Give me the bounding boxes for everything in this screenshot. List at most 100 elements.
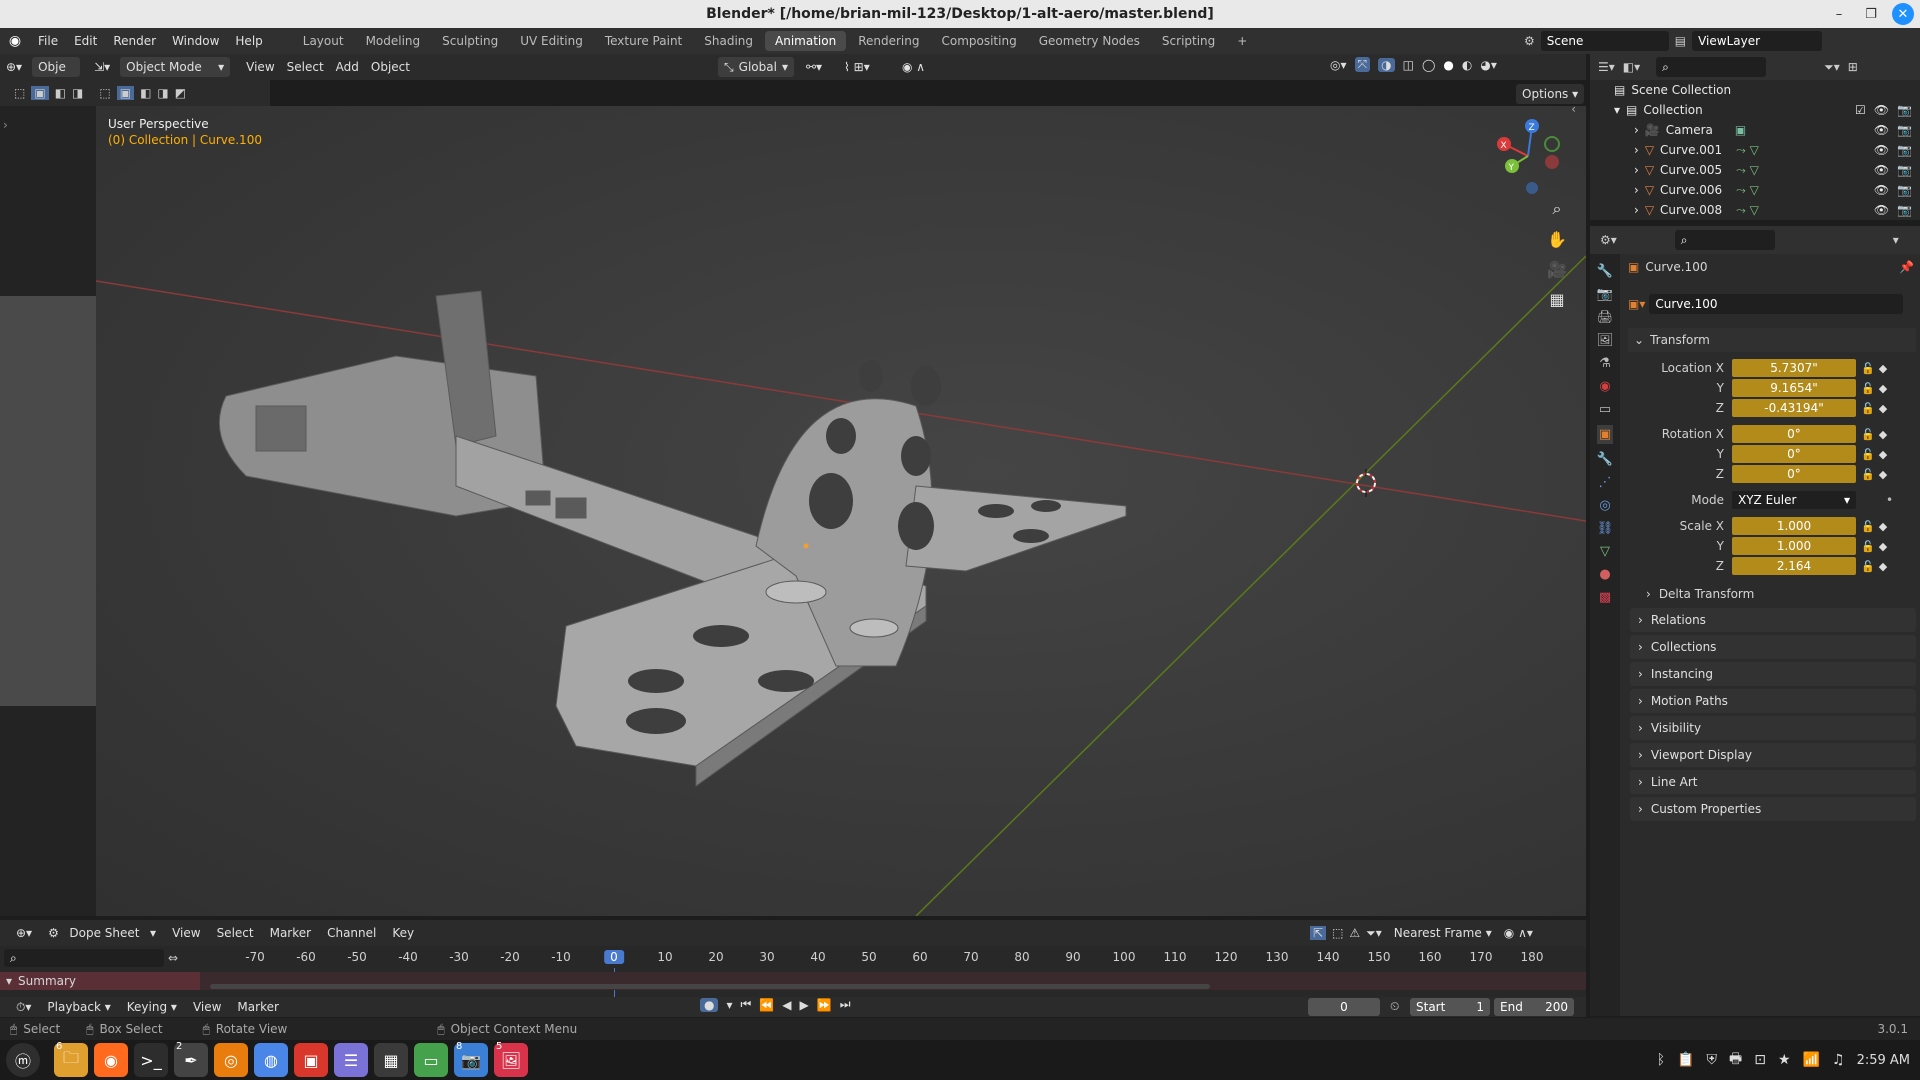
screenshot-app-icon[interactable]: 📷 8 xyxy=(454,1041,488,1077)
solid-shading-icon[interactable]: ● xyxy=(1443,58,1453,72)
timeline-view-menu[interactable]: View xyxy=(187,997,227,1017)
tab-uv-editing[interactable]: UV Editing xyxy=(510,31,593,51)
material-tab-icon[interactable]: ● xyxy=(1599,567,1610,582)
outliner-search-input[interactable]: ⌕ xyxy=(1656,57,1767,77)
lock-icon[interactable]: 🔓 xyxy=(1860,382,1876,395)
scale-x-field[interactable]: 1.000 xyxy=(1732,517,1856,535)
eye-icon[interactable]: 👁 xyxy=(1874,143,1889,157)
tool-tab-icon[interactable]: 🔧 xyxy=(1597,264,1613,279)
dopesheet-menu-channel[interactable]: Channel xyxy=(321,923,382,943)
object-mode-left-dropdown[interactable]: Obje xyxy=(32,57,81,77)
menu-window[interactable]: Window xyxy=(164,34,227,48)
select-mode-icon[interactable]: ⇲▾ xyxy=(88,57,116,77)
render-camera-icon[interactable]: 📷 xyxy=(1897,183,1912,197)
eye-icon[interactable]: 👁 xyxy=(1874,123,1889,137)
summary-channel[interactable]: ▾ Summary xyxy=(0,972,200,990)
scale-z-field[interactable]: 2.164 xyxy=(1732,557,1856,575)
panel-custom-properties[interactable]: › Custom Properties xyxy=(1630,797,1916,821)
blender-logo-icon[interactable]: ◉ xyxy=(0,33,30,49)
playback-menu[interactable]: Playback ▾ xyxy=(41,997,116,1017)
timeline-scrollbar[interactable] xyxy=(210,984,1210,989)
only-selected-icon[interactable]: ⇱ xyxy=(1310,926,1327,940)
render-tab-icon[interactable]: 📷 xyxy=(1597,287,1613,302)
dot-icon[interactable]: • xyxy=(1886,493,1893,507)
printer-icon[interactable]: 🖶 xyxy=(1729,1048,1742,1072)
particles-tab-icon[interactable]: ⋰ xyxy=(1599,475,1612,490)
eye-icon[interactable]: 👁 xyxy=(1874,103,1889,117)
inkscape-app-icon[interactable]: ✒ 2 xyxy=(174,1041,208,1077)
view-layer-icon[interactable]: ▤ xyxy=(1675,34,1686,48)
keyframe-icon[interactable]: ◆ xyxy=(1876,468,1890,481)
panel-collections[interactable]: › Collections xyxy=(1630,635,1916,659)
channel-search-input[interactable]: ⌕ xyxy=(4,949,164,967)
render-camera-icon[interactable]: 📷 xyxy=(1897,203,1912,217)
panel-viewport-display[interactable]: › Viewport Display xyxy=(1630,743,1916,767)
tab-scripting[interactable]: Scripting xyxy=(1152,31,1225,51)
transform-orientation-dropdown[interactable]: ⤡ Global ▾ xyxy=(718,57,794,77)
dopesheet-menu-view[interactable]: View xyxy=(166,923,206,943)
end-frame-field[interactable]: End 200 xyxy=(1494,998,1574,1016)
show-hidden-icon[interactable]: ⬚ xyxy=(1332,926,1343,940)
tab-rendering[interactable]: Rendering xyxy=(848,31,929,51)
cursor-tool-icon[interactable]: ⬚ xyxy=(99,86,110,100)
rendered-shading-icon[interactable]: ◕▾ xyxy=(1480,58,1497,72)
keyframe-icon[interactable]: ◆ xyxy=(1876,448,1890,461)
box-invert-icon[interactable]: ◩ xyxy=(175,86,186,100)
menu-file[interactable]: File xyxy=(30,34,66,48)
select-extend-icon[interactable]: ◧ xyxy=(55,86,66,100)
wireframe-shading-icon[interactable]: ◯ xyxy=(1422,58,1435,72)
tab-layout[interactable]: Layout xyxy=(293,31,354,51)
files-app-icon[interactable]: 🗀 6 xyxy=(54,1041,88,1077)
lock-icon[interactable]: 🔓 xyxy=(1860,402,1876,415)
wifi-icon[interactable]: 📶 xyxy=(1803,1052,1820,1068)
rotation-x-field[interactable]: 0° xyxy=(1732,425,1856,443)
lock-icon[interactable]: 🔓 xyxy=(1860,468,1876,481)
lock-icon[interactable]: 🔓 xyxy=(1860,428,1876,441)
play-icon[interactable]: ▶ xyxy=(800,998,809,1012)
snapping-dropdown[interactable]: Nearest Frame ▾ xyxy=(1388,923,1498,943)
pivot-icon[interactable]: ⚯▾ xyxy=(800,57,828,77)
navigation-gizmo[interactable]: Z X Y xyxy=(1488,116,1568,196)
editor-type-icon[interactable]: ⊕▾ xyxy=(0,57,28,77)
outliner-item-curve-005[interactable]: › ▽ Curve.005 ⤳ ▽ 👁 📷 xyxy=(1590,160,1920,180)
rotation-y-field[interactable]: 0° xyxy=(1732,445,1856,463)
overlay-icon[interactable]: ◑ xyxy=(1378,57,1395,72)
auto-keying-icon[interactable]: ● xyxy=(700,997,719,1012)
keyframe-icon[interactable]: ◆ xyxy=(1876,382,1890,395)
menu-edit[interactable]: Edit xyxy=(66,34,105,48)
close-button[interactable]: ✕ xyxy=(1892,3,1914,25)
proportional-edit-icon[interactable]: ◉ ∧ xyxy=(896,57,931,77)
collapse-arrow-icon[interactable]: ‹ xyxy=(1571,106,1576,116)
chevron-down-icon[interactable]: ▾ xyxy=(1893,233,1899,247)
location-z-field[interactable]: -0.43194" xyxy=(1732,399,1856,417)
lock-icon[interactable]: 🔓 xyxy=(1860,362,1876,375)
shield-icon[interactable]: ⛨ xyxy=(1707,1052,1718,1068)
clock[interactable]: 2:59 AM xyxy=(1857,1053,1910,1068)
physics-tab-icon[interactable]: ◎ xyxy=(1599,498,1610,513)
scale-y-field[interactable]: 1.000 xyxy=(1732,537,1856,555)
output-tab-icon[interactable]: 🖨 xyxy=(1597,310,1614,325)
display-mode-icon[interactable]: ◧▾ xyxy=(1623,60,1640,74)
jump-start-icon[interactable]: ⏮ xyxy=(741,997,752,1012)
frame-ruler[interactable]: -70 -60 -50 -40 -30 -20 -10 0 10 20 30 4… xyxy=(200,950,1586,968)
start-frame-field[interactable]: Start 1 xyxy=(1410,998,1490,1016)
checkbox-icon[interactable]: ☑ xyxy=(1855,103,1866,117)
camera-view-icon[interactable]: 🎥 xyxy=(1544,256,1570,282)
jump-end-icon[interactable]: ⏭ xyxy=(840,997,851,1012)
dopesheet-menu-marker[interactable]: Marker xyxy=(264,923,317,943)
clipboard-icon[interactable]: 📋 xyxy=(1677,1052,1694,1068)
minimize-button[interactable]: – xyxy=(1828,3,1850,25)
menu-view[interactable]: View xyxy=(240,57,280,77)
blender-app-icon[interactable]: ◎ xyxy=(214,1043,248,1077)
eye-icon[interactable]: 👁 xyxy=(1874,203,1889,217)
snap-icon[interactable]: ⌇ ⊞▾ xyxy=(838,57,876,77)
update-icon[interactable]: ⊡ xyxy=(1754,1052,1766,1068)
location-x-field[interactable]: 5.7307" xyxy=(1732,359,1856,377)
box-subtract-icon[interactable]: ◨ xyxy=(157,86,168,100)
lock-icon[interactable]: 🔓 xyxy=(1860,560,1876,573)
only-errors-icon[interactable]: ⚠ xyxy=(1349,926,1360,940)
3d-cursor-icon[interactable] xyxy=(1356,469,1376,497)
menu-select[interactable]: Select xyxy=(281,57,330,77)
properties-search-input[interactable]: ⌕ xyxy=(1674,230,1775,250)
prev-keyframe-icon[interactable]: ⏪ xyxy=(759,998,774,1012)
